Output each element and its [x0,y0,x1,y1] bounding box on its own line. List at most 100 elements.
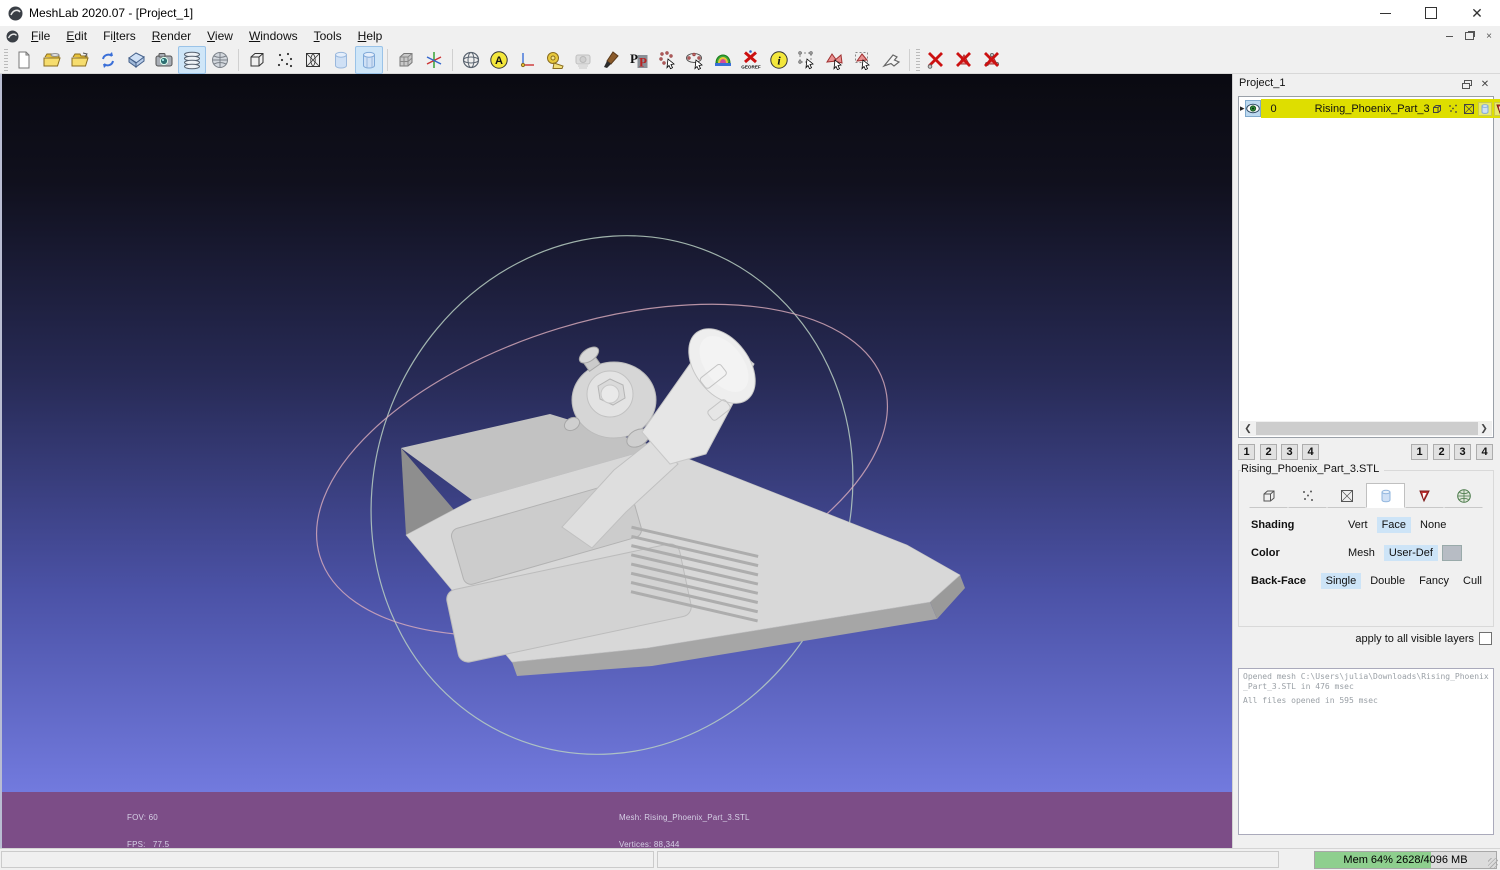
panel-float-icon[interactable] [1460,78,1474,90]
tab-wireframe[interactable] [1327,483,1366,508]
backface-cull-option[interactable]: Cull [1458,573,1487,589]
mesh-set-button-3[interactable]: 3 [1281,444,1298,460]
layer-wireframe-mini-icon[interactable] [1462,102,1476,116]
tab-bbox[interactable] [1249,483,1288,508]
layer-row[interactable]: ▸ 0 Rising_Phoenix_Part_3 [1240,99,1492,118]
tab-fill[interactable] [1366,483,1405,508]
delete-faces-icon[interactable] [950,46,978,74]
raster-align-icon[interactable] [569,46,597,74]
fov-readout: FOV: 60 [127,813,193,822]
georef-icon[interactable]: GEOREF [737,46,765,74]
raster-set-button-3[interactable]: 3 [1454,444,1471,460]
backface-single-option[interactable]: Single [1321,573,1362,589]
select-faces-icon[interactable] [821,46,849,74]
texture-render-icon[interactable] [392,46,420,74]
raster-set-button-2[interactable]: 2 [1433,444,1450,460]
mdi-restore-icon[interactable] [1462,30,1476,43]
menu-render[interactable]: Render [144,27,199,45]
backface-double-option[interactable]: Double [1365,573,1410,589]
color-swatch[interactable] [1442,545,1462,561]
layer-list[interactable]: ▸ 0 Rising_Phoenix_Part_3 [1238,96,1494,438]
tab-color[interactable] [1405,483,1444,508]
shading-none-option[interactable]: None [1415,517,1451,533]
decorators-icon[interactable] [206,46,234,74]
tab-points[interactable] [1288,483,1327,508]
params-group-box: Shading Vert Face None Color Mesh User-D… [1238,470,1494,627]
delete-mesh-icon[interactable] [922,46,950,74]
layer-list-scrollbar[interactable]: ❮ ❯ [1240,421,1492,436]
bbox-render-icon[interactable] [243,46,271,74]
raster-set-button-1[interactable]: 1 [1411,444,1428,460]
mdi-minimize-icon[interactable] [1442,30,1456,43]
wireframe-render-icon[interactable] [299,46,327,74]
menu-help[interactable]: Help [350,27,391,45]
menu-tools[interactable]: Tools [306,27,350,45]
reload-icon[interactable] [94,46,122,74]
select-rect-icon[interactable] [793,46,821,74]
mdi-close-icon[interactable]: × [1482,30,1496,43]
local-axes-icon[interactable] [513,46,541,74]
shading-vert-option[interactable]: Vert [1343,517,1373,533]
panel-close-icon[interactable]: ✕ [1478,78,1492,90]
mesh-set-button-2[interactable]: 2 [1260,444,1277,460]
color-userdef-option[interactable]: User-Def [1384,545,1438,561]
pp-align-icon[interactable]: PP [625,46,653,74]
save-icon[interactable] [122,46,150,74]
measure-tape-icon[interactable] [541,46,569,74]
mesh-set-button-4[interactable]: 4 [1302,444,1319,460]
new-document-icon[interactable] [10,46,38,74]
import-mesh-icon[interactable] [66,46,94,74]
toolbar-handle[interactable] [4,49,8,71]
colorize-icon[interactable] [709,46,737,74]
mesh-set-button-1[interactable]: 1 [1238,444,1255,460]
layer-bbox-mini-icon[interactable] [1430,102,1444,116]
params-group-title: Rising_Phoenix_Part_3.STL [1241,463,1384,475]
backface-label: Back-Face [1251,575,1321,587]
layer-smooth-mini-icon[interactable] [1478,102,1492,116]
scroll-right-icon[interactable]: ❯ [1476,421,1492,436]
close-button[interactable]: ✕ [1454,0,1500,26]
toolbar-handle[interactable] [916,49,920,71]
menu-filters[interactable]: Filters [95,27,144,45]
scrollbar-thumb[interactable] [1256,422,1478,435]
move-selection-icon[interactable] [877,46,905,74]
scroll-left-icon[interactable]: ❮ [1240,421,1256,436]
layer-name: Rising_Phoenix_Part_3 [1315,103,1430,115]
maximize-button[interactable] [1408,0,1454,26]
meshlab-logo-icon [8,6,23,21]
apply-all-layers-checkbox[interactable] [1479,632,1492,645]
svg-text:P: P [639,54,647,69]
delete-vertices-icon[interactable] [978,46,1006,74]
layer-points-mini-icon[interactable] [1446,102,1460,116]
layer-row-highlight[interactable]: 0 Rising_Phoenix_Part_3 [1261,99,1500,118]
points-render-icon[interactable] [271,46,299,74]
layer-visibility-eye-icon[interactable] [1245,100,1261,117]
resize-grip[interactable] [1488,858,1498,868]
menu-edit[interactable]: Edit [58,27,95,45]
trackball-icon[interactable] [457,46,485,74]
tab-texture[interactable] [1444,483,1483,508]
shading-face-option[interactable]: Face [1377,517,1411,533]
raster-set-button-4[interactable]: 4 [1476,444,1493,460]
show-layer-dialog-icon[interactable] [178,46,206,74]
backface-fancy-option[interactable]: Fancy [1414,573,1454,589]
menu-view[interactable]: View [199,27,241,45]
menu-file[interactable]: File [23,27,58,45]
layer-color-mini-icon[interactable] [1494,102,1500,116]
open-project-icon[interactable] [38,46,66,74]
smooth-render-icon[interactable] [327,46,355,74]
global-axes-icon[interactable] [420,46,448,74]
minimize-button[interactable] [1362,0,1408,26]
align-tool-icon[interactable] [681,46,709,74]
color-mesh-option[interactable]: Mesh [1343,545,1380,561]
flat-render-icon[interactable] [355,46,383,74]
vertex-label-icon[interactable]: A [485,46,513,74]
menu-windows[interactable]: Windows [241,27,306,45]
snapshot-icon[interactable] [150,46,178,74]
select-faces-rect-icon[interactable] [849,46,877,74]
project-panel-header: Project_1 ✕ [1233,74,1500,94]
paint-icon[interactable] [597,46,625,74]
3d-viewport[interactable] [0,74,1232,792]
point-picking-icon[interactable] [653,46,681,74]
info-icon[interactable]: i [765,46,793,74]
